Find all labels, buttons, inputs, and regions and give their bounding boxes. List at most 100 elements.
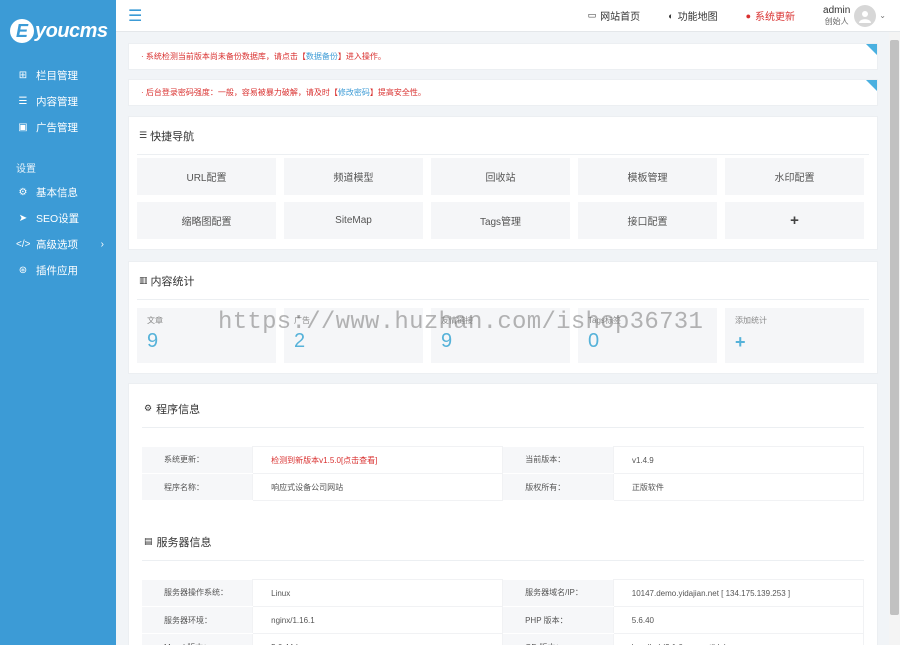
monitor-icon: ▭ [587, 10, 597, 20]
table-row: Mysql 版本： 5.6.44-log GD 版本： bundled (2.1… [142, 633, 865, 645]
stat-label: 广告 [294, 316, 310, 325]
stat-ads[interactable]: 广告 2 [284, 308, 423, 363]
panel-title-text: 程序信息 [156, 403, 201, 416]
table-row: 程序名称： 响应式设备公司网站 版权所有： 正版软件 [142, 473, 865, 501]
info-key: 服务器环境： [142, 606, 253, 634]
stat-value: 9 [441, 330, 453, 352]
function-map-label: 功能地图 [677, 12, 718, 23]
info-key: PHP 版本： [502, 606, 614, 634]
stat-value: 0 [588, 330, 600, 352]
alert-text: · 后台登录密码强度：一般，容易被暴力破解，请及时【 [141, 88, 338, 97]
alert-corner [866, 80, 877, 91]
quick-nav-template[interactable]: 模板管理 [578, 158, 717, 195]
alert-text: 】进入操作。 [337, 52, 386, 61]
stat-tags[interactable]: Tags标签 0 [578, 308, 717, 363]
info-key: Mysql 版本： [142, 633, 253, 645]
bar-chart-icon: ▥ [139, 275, 148, 285]
chevron-right-icon: › [100, 238, 104, 250]
logo-mark: E [10, 19, 34, 43]
gear-icon: ⚙ [18, 186, 28, 198]
quick-nav-tags[interactable]: Tags管理 [431, 202, 570, 239]
sidebar-item-plugins[interactable]: ⊛ 插件应用 [0, 257, 116, 283]
main-content: · 系统检测当前版本尚未备份数据库，请点击【 数据备份 】进入操作。 · 后台登录密… [128, 32, 878, 645]
sidebar-item-basic-info[interactable]: ⚙ 基本信息 [0, 179, 116, 205]
add-stat-button[interactable]: 添加统计 + [725, 308, 864, 363]
image-icon: ▣ [18, 121, 28, 133]
server-icon: ▤ [144, 536, 153, 546]
system-update-link[interactable]: ● 系统更新 [745, 8, 796, 24]
code-icon: </> [16, 238, 31, 250]
plus-icon: + [735, 332, 746, 352]
sidebar-item-ads[interactable]: ▣ 广告管理 [0, 114, 116, 140]
user-role: 创始人 [824, 16, 849, 26]
quick-nav-thumbnail[interactable]: 缩略图配置 [137, 202, 276, 239]
user-text: admin 创始人 [823, 5, 850, 27]
quick-nav-panel: ☰ 快捷导航 URL配置 频道模型 回收站 模板管理 水印配置 缩略图配置 Si… [128, 116, 878, 250]
quick-nav-grid: URL配置 频道模型 回收站 模板管理 水印配置 缩略图配置 SiteMap T… [137, 155, 869, 239]
info-value: Linux [252, 579, 504, 607]
bars-icon: ☰ [139, 130, 148, 140]
sidebar-item-content[interactable]: ☰ 内容管理 [0, 88, 116, 114]
alert-corner [866, 44, 877, 55]
table-row: 服务器环境： nginx/1.16.1 PHP 版本： 5.6.40 [142, 606, 865, 634]
change-password-link[interactable]: 修改密码 [338, 87, 370, 98]
update-link[interactable]: 检测到新版本v1.5.0[点击查看] [252, 446, 504, 474]
info-key: 系统更新： [142, 446, 253, 474]
menu-toggle-icon[interactable]: ☰ [128, 6, 142, 26]
sitemap-icon: ⊞ [18, 69, 28, 81]
info-key: 服务器操作系统： [142, 579, 253, 607]
stat-label: 友情链接 [441, 316, 473, 325]
info-value: 10147.demo.yidajian.net [ 134.175.139.25… [612, 579, 865, 607]
alert-backup: · 系统检测当前版本尚未备份数据库，请点击【 数据备份 】进入操作。 [128, 43, 878, 70]
quick-nav-api[interactable]: 接口配置 [578, 202, 717, 239]
sidebar-item-label: 高级选项 [36, 238, 78, 251]
avatar[interactable] [854, 4, 877, 27]
info-value: 5.6.40 [612, 606, 865, 634]
info-icon: ● [745, 10, 752, 21]
info-panel: ⚙ 程序信息 系统更新： 检测到新版本v1.5.0[点击查看] 当前版本： v1… [128, 383, 878, 645]
quick-nav-recycle-bin[interactable]: 回收站 [431, 158, 570, 195]
user-name: admin [823, 4, 851, 16]
sidebar-item-seo[interactable]: ➤ SEO设置 [0, 205, 116, 231]
send-icon: ➤ [18, 212, 28, 224]
user-icon [859, 10, 872, 23]
stats-grid: 文章 9 广告 2 友情链接 9 Tags标签 0 添加统计 + [137, 300, 869, 363]
sidebar-item-label: 插件应用 [36, 264, 78, 277]
sidebar-item-advanced[interactable]: </> 高级选项 › [0, 231, 116, 257]
chevron-down-icon: ⌄ [879, 11, 886, 20]
scrollbar[interactable] [889, 32, 900, 645]
sidebar-item-label: 广告管理 [36, 121, 78, 134]
logo[interactable]: E youcms [0, 0, 116, 62]
quick-nav-url-config[interactable]: URL配置 [137, 158, 276, 195]
quick-nav-channel-model[interactable]: 频道模型 [284, 158, 423, 195]
stat-label: Tags标签 [588, 316, 621, 325]
backup-link[interactable]: 数据备份 [306, 51, 338, 62]
user-menu[interactable]: admin 创始人 ⌄ [823, 4, 886, 27]
add-shortcut-button[interactable]: + [725, 202, 864, 239]
info-key: 版权所有： [502, 473, 614, 501]
stat-links[interactable]: 友情链接 9 [431, 308, 570, 363]
toggle-icon: ◐ [668, 10, 674, 21]
quick-nav-watermark[interactable]: 水印配置 [725, 158, 864, 195]
stat-value: 2 [294, 330, 306, 352]
stat-label: 添加统计 [735, 316, 767, 325]
sidebar-item-label: 内容管理 [36, 95, 78, 108]
stats-title: ▥ 内容统计 [137, 262, 869, 300]
info-value: 响应式设备公司网站 [252, 473, 504, 501]
stats-panel: ▥ 内容统计 文章 9 广告 2 友情链接 9 Tags标签 0 添加统计 + [128, 261, 878, 374]
site-home-link[interactable]: ▭ 网站首页 [588, 8, 641, 23]
stat-value: 9 [147, 330, 159, 352]
program-info-title: ⚙ 程序信息 [142, 390, 864, 428]
plugin-icon: ⊛ [18, 264, 28, 276]
info-key: GD 版本： [502, 633, 614, 645]
sidebar-item-columns[interactable]: ⊞ 栏目管理 [0, 62, 116, 88]
scrollbar-thumb[interactable] [890, 40, 899, 615]
program-info-table: 系统更新： 检测到新版本v1.5.0[点击查看] 当前版本： v1.4.9 程序… [142, 446, 865, 501]
system-update-label: 系统更新 [755, 12, 796, 23]
function-map-link[interactable]: ◐ 功能地图 [668, 8, 718, 24]
panel-title-text: 快捷导航 [150, 130, 195, 143]
stat-articles[interactable]: 文章 9 [137, 308, 276, 363]
info-key: 当前版本： [502, 446, 614, 474]
stat-label: 文章 [147, 316, 163, 325]
quick-nav-sitemap[interactable]: SiteMap [284, 202, 423, 239]
